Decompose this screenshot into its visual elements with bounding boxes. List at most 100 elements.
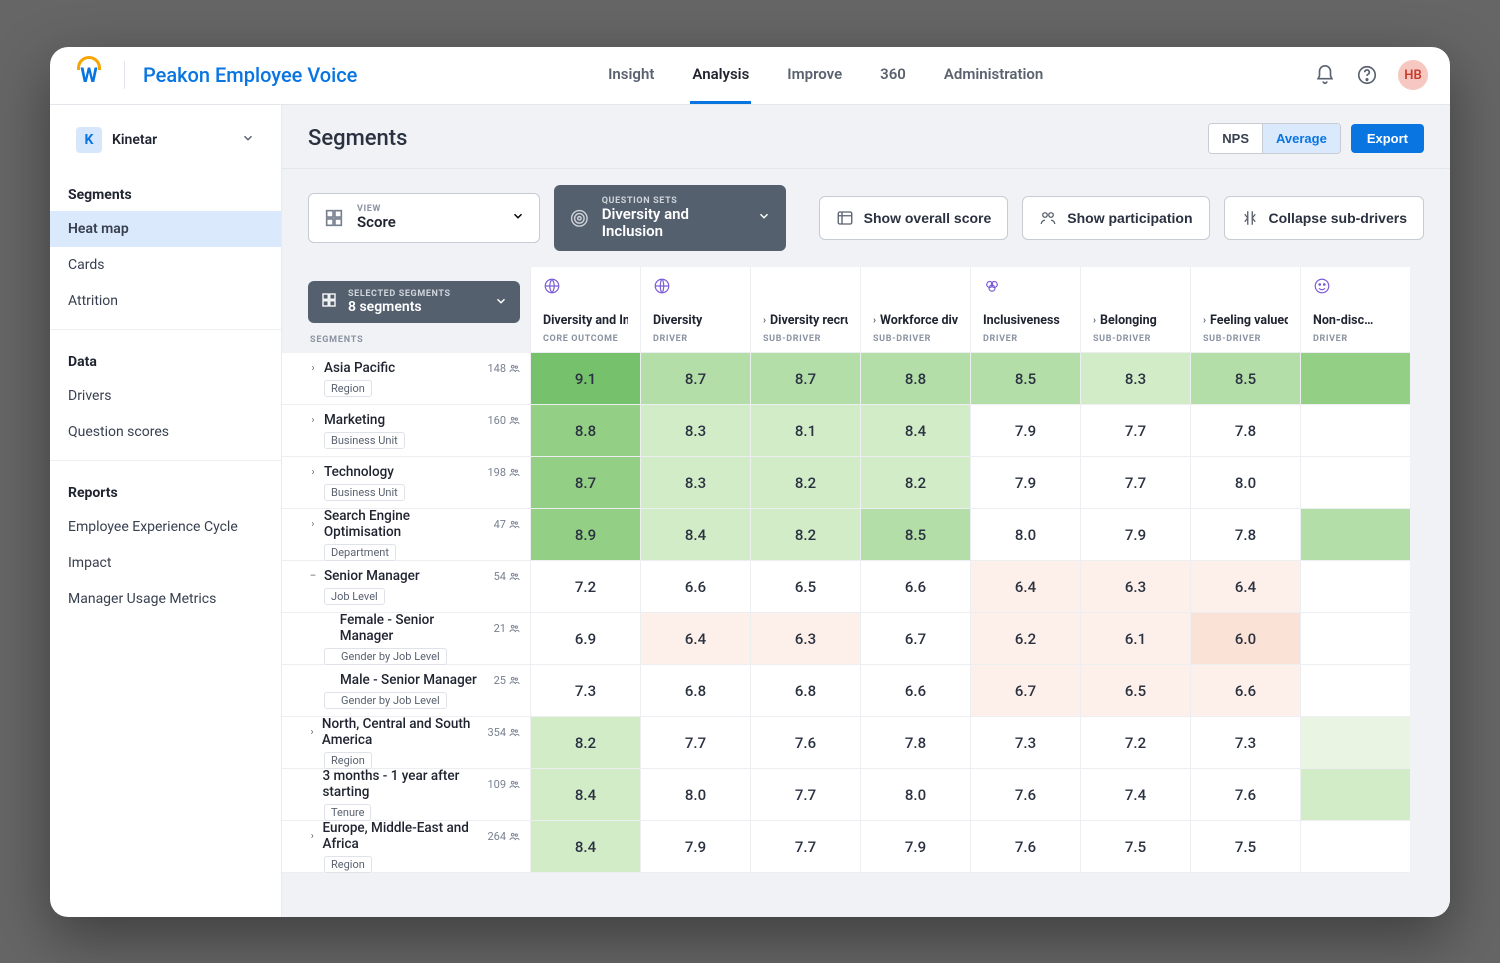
heatmap-cell[interactable]: 8.0 [970,509,1080,561]
sidebar-item-employee-experience-cycle[interactable]: Employee Experience Cycle [50,509,281,545]
segments-selector[interactable]: SELECTED SEGMENTS8 segments [308,281,520,323]
user-avatar[interactable]: HB [1398,60,1428,90]
heatmap-cell[interactable]: 7.6 [970,769,1080,821]
row-header[interactable]: Male - Senior Manager25 Gender by Job Le… [282,665,530,717]
heatmap-cell[interactable]: 6.4 [640,613,750,665]
heatmap-cell[interactable]: 6.5 [1080,665,1190,717]
heatmap-cell[interactable]: 8.8 [860,353,970,405]
expand-icon[interactable]: – [308,571,318,582]
heatmap-cell[interactable] [1300,717,1410,769]
column-header[interactable]: Diversity and Inclu…CORE OUTCOME [530,267,640,353]
heatmap-cell[interactable]: 7.8 [1190,509,1300,561]
heatmap-cell[interactable]: 6.4 [970,561,1080,613]
heatmap-cell[interactable]: 8.2 [530,717,640,769]
heatmap-cell[interactable]: 8.5 [860,509,970,561]
row-header[interactable]: ›Marketing160 Business Unit [282,405,530,457]
heatmap-cell[interactable]: 7.5 [1190,821,1300,873]
topnav-item-analysis[interactable]: Analysis [690,47,751,104]
expand-icon[interactable]: › [308,727,316,738]
topnav-item-administration[interactable]: Administration [942,47,1045,104]
notifications-icon[interactable] [1314,64,1336,86]
heatmap-cell[interactable] [1300,353,1410,405]
heatmap-cell[interactable] [1300,665,1410,717]
heatmap-cell[interactable] [1300,613,1410,665]
heatmap-cell[interactable]: 6.6 [860,561,970,613]
column-header[interactable]: Non-disc…DRIVER [1300,267,1410,353]
heatmap-cell[interactable] [1300,769,1410,821]
heatmap-cell[interactable]: 7.4 [1080,769,1190,821]
show-overall-score-button[interactable]: Show overall score [819,196,1009,240]
row-header[interactable]: ›Europe, Middle-East and Africa264 Regio… [282,821,530,873]
heatmap-cell[interactable] [1300,405,1410,457]
heatmap-cell[interactable]: 7.7 [1080,457,1190,509]
heatmap-cell[interactable] [1300,821,1410,873]
heatmap-cell[interactable]: 7.8 [860,717,970,769]
heatmap-cell[interactable]: 7.6 [970,821,1080,873]
row-header[interactable]: ›Asia Pacific148 Region [282,353,530,405]
heatmap-cell[interactable]: 8.4 [530,821,640,873]
heatmap-cell[interactable]: 8.2 [750,509,860,561]
heatmap-cell[interactable]: 8.4 [640,509,750,561]
expand-icon[interactable]: › [308,467,318,478]
heatmap-cell[interactable]: 8.4 [530,769,640,821]
row-header[interactable]: ›North, Central and South America354 Reg… [282,717,530,769]
topnav-item-insight[interactable]: Insight [606,47,656,104]
sidebar-item-cards[interactable]: Cards [50,247,281,283]
heatmap-cell[interactable]: 7.9 [860,821,970,873]
row-header[interactable]: ›Technology198 Business Unit [282,457,530,509]
heatmap-cell[interactable]: 7.3 [1190,717,1300,769]
heatmap-cell[interactable]: 6.6 [1190,665,1300,717]
heatmap-cell[interactable]: 7.9 [970,457,1080,509]
heatmap-cell[interactable]: 7.6 [1190,769,1300,821]
heatmap-cell[interactable]: 6.6 [860,665,970,717]
heatmap-cell[interactable]: 8.4 [860,405,970,457]
heatmap-cell[interactable]: 7.7 [750,821,860,873]
heatmap-cell[interactable]: 8.3 [640,405,750,457]
heatmap-cell[interactable]: 7.2 [1080,717,1190,769]
column-header[interactable]: ›BelongingSUB-DRIVER [1080,267,1190,353]
heatmap-cell[interactable]: 7.7 [1080,405,1190,457]
heatmap-cell[interactable]: 8.2 [750,457,860,509]
heatmap-cell[interactable]: 8.7 [750,353,860,405]
export-button[interactable]: Export [1351,124,1424,153]
column-header[interactable]: DiversityDRIVER [640,267,750,353]
expand-icon[interactable]: › [308,519,318,530]
heatmap-cell[interactable]: 7.6 [750,717,860,769]
heatmap-cell[interactable]: 6.5 [750,561,860,613]
heatmap-cell[interactable]: 6.8 [750,665,860,717]
heatmap-cell[interactable]: 6.7 [970,665,1080,717]
heatmap-cell[interactable]: 7.3 [970,717,1080,769]
heatmap-cell[interactable]: 8.7 [640,353,750,405]
heatmap-scroll[interactable]: SELECTED SEGMENTS8 segmentsSEGMENTSDiver… [282,267,1450,916]
heatmap-cell[interactable] [1300,509,1410,561]
heatmap-cell[interactable]: 7.9 [1080,509,1190,561]
heatmap-cell[interactable]: 6.6 [640,561,750,613]
heatmap-cell[interactable]: 6.1 [1080,613,1190,665]
expand-icon[interactable]: › [308,831,317,842]
expand-icon[interactable]: › [308,363,318,374]
show-participation-button[interactable]: Show participation [1022,196,1209,240]
column-header[interactable]: InclusivenessDRIVER [970,267,1080,353]
question-set-selector[interactable]: QUESTION SETS Diversity and Inclusion [554,185,786,252]
heatmap-cell[interactable]: 8.5 [970,353,1080,405]
heatmap-cell[interactable]: 7.9 [970,405,1080,457]
heatmap-cell[interactable]: 7.2 [530,561,640,613]
heatmap-cell[interactable]: 7.7 [750,769,860,821]
heatmap-cell[interactable]: 8.1 [750,405,860,457]
column-header[interactable]: ›Diversity recruit…SUB-DRIVER [750,267,860,353]
heatmap-cell[interactable]: 6.9 [530,613,640,665]
score-mode-nps[interactable]: NPS [1209,124,1262,153]
topnav-item-improve[interactable]: Improve [785,47,844,104]
heatmap-cell[interactable]: 8.0 [640,769,750,821]
heatmap-cell[interactable]: 7.7 [640,717,750,769]
heatmap-cell[interactable]: 8.7 [530,457,640,509]
sidebar-item-drivers[interactable]: Drivers [50,378,281,414]
heatmap-cell[interactable]: 8.5 [1190,353,1300,405]
heatmap-cell[interactable]: 6.8 [640,665,750,717]
company-selector[interactable]: K Kinetar [66,119,265,161]
heatmap-cell[interactable]: 7.9 [640,821,750,873]
row-header[interactable]: –Senior Manager54 Job Level [282,561,530,613]
sidebar-item-manager-usage-metrics[interactable]: Manager Usage Metrics [50,581,281,617]
row-header[interactable]: Female - Senior Manager21 Gender by Job … [282,613,530,665]
heatmap-cell[interactable]: 7.3 [530,665,640,717]
